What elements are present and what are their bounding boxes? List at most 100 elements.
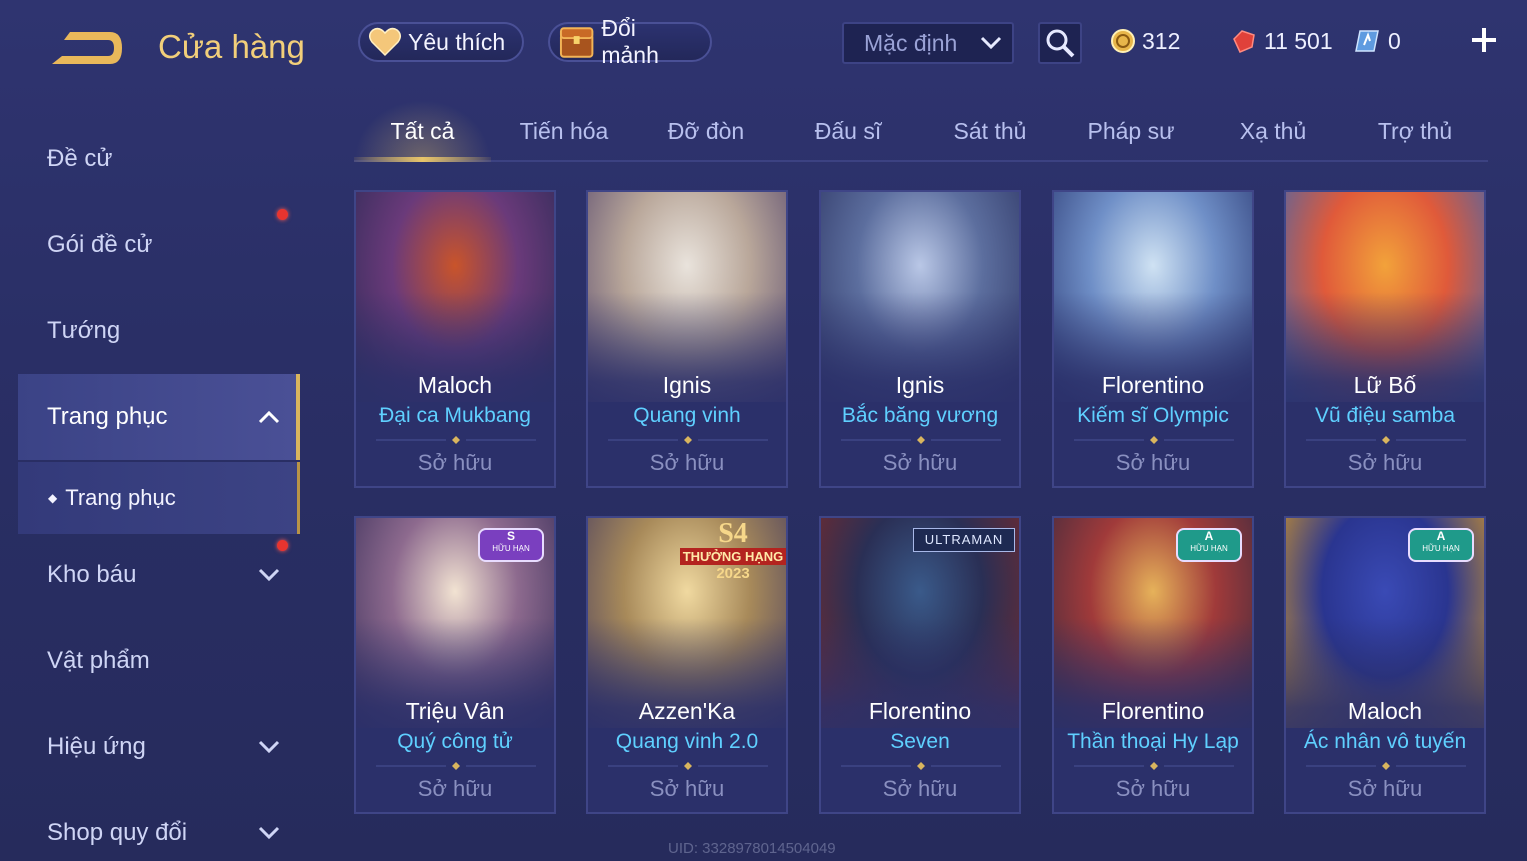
divider-ornament: [1074, 436, 1234, 444]
divider-ornament: [608, 436, 768, 444]
skin-card[interactable]: Florentino Thần thoại Hy Lạp Sở hữu A HỮU HẠ…: [1052, 516, 1254, 814]
plus-icon[interactable]: [1466, 22, 1502, 58]
skin-card[interactable]: Lữ Bố Vũ điệu samba Sở hữu: [1284, 190, 1486, 488]
voucher-amount: 0: [1388, 27, 1401, 54]
divider-ornament: [1074, 762, 1234, 770]
skin-name: Bắc băng vương: [841, 404, 999, 427]
owned-status: Sở hữu: [882, 450, 958, 475]
owned-status: Sở hữu: [1347, 450, 1423, 475]
skin-name: Vũ điệu samba: [1314, 404, 1456, 427]
skin-card[interactable]: Ignis Quang vinh Sở hữu: [586, 190, 788, 488]
skin-name: Seven: [890, 730, 950, 753]
owned-status: Sở hữu: [649, 450, 725, 475]
divider-ornament: [608, 762, 768, 770]
ruby-gem-icon: [1233, 30, 1255, 53]
skin-card[interactable]: Azzen'Ka Quang vinh 2.0 Sở hữu S4 THƯỞNG HẠN…: [586, 516, 788, 814]
sidebar-item-effects[interactable]: Hiệu ứng: [47, 727, 146, 767]
tab-fighter[interactable]: Đấu sĩ: [780, 118, 916, 145]
favorite-label: Yêu thích: [408, 28, 506, 55]
hero-name: Maloch: [1347, 698, 1423, 724]
tab-evolution[interactable]: Tiến hóa: [496, 118, 632, 145]
season-rank-badge: S4 THƯỞNG HẠNG 2023: [680, 520, 786, 582]
sidebar-item-recommended-packs[interactable]: Gói đề cử: [47, 225, 152, 265]
voucher-icon: [1355, 30, 1379, 52]
sidebar-item-treasure[interactable]: Kho báu: [47, 555, 136, 595]
voucher-balance: 0: [1354, 24, 1401, 58]
hero-name: Florentino: [1101, 372, 1205, 398]
tabs-divider: [354, 160, 1488, 162]
owned-status: Sở hữu: [417, 776, 493, 801]
chevron-up-icon: [258, 410, 280, 424]
skin-card[interactable]: Florentino Kiếm sĩ Olympic Sở hữu: [1052, 190, 1254, 488]
gem-balance: 11 501: [1230, 24, 1333, 58]
owned-status: Sở hữu: [1347, 776, 1423, 801]
owned-status: Sở hữu: [1115, 776, 1191, 801]
chest-icon: [559, 27, 594, 58]
favorite-button[interactable]: Yêu thích: [358, 22, 524, 62]
chevron-down-icon: [258, 826, 280, 840]
limited-rank-badge: A HỮU HẠN: [1408, 528, 1474, 562]
sidebar-item-recommended[interactable]: Đề cử: [47, 139, 112, 179]
skin-name: Ác nhân vô tuyến: [1303, 730, 1467, 753]
search-icon: [1046, 29, 1075, 58]
hero-name: Triệu Vân: [405, 698, 505, 724]
divider-ornament: [376, 762, 536, 770]
sort-dropdown[interactable]: Mặc định: [842, 22, 1014, 64]
sidebar-item-exchange-shop[interactable]: Shop quy đổi: [47, 813, 187, 853]
skin-name: Thần thoại Hy Lạp: [1067, 730, 1239, 753]
hero-name: Ignis: [895, 372, 945, 398]
chevron-down-icon: [258, 740, 280, 754]
skin-name: Quang vinh 2.0: [615, 730, 759, 753]
search-button[interactable]: [1038, 22, 1082, 64]
uid-watermark: UID: 3328978014504049: [668, 840, 836, 857]
hero-name: Azzen'Ka: [638, 698, 736, 724]
owned-status: Sở hữu: [882, 776, 958, 801]
hero-name: Lữ Bố: [1353, 372, 1417, 398]
skin-name: Quang vinh: [633, 404, 741, 427]
hero-name: Ignis: [662, 372, 712, 398]
skin-card[interactable]: Maloch Đại ca Mukbang Sở hữu: [354, 190, 556, 488]
divider-ornament: [376, 436, 536, 444]
collab-badge: ULTRAMAN: [913, 528, 1015, 552]
owned-status: Sở hữu: [1115, 450, 1191, 475]
back-arrow-icon[interactable]: [48, 26, 126, 70]
divider-ornament: [1306, 762, 1466, 770]
gold-coin-icon: [1111, 29, 1135, 53]
gold-balance: 312: [1110, 24, 1180, 58]
limited-rank-badge: S HỮU HẠN: [478, 528, 544, 562]
exchange-label: Đổi mảnh: [601, 15, 659, 68]
skin-card[interactable]: Ignis Bắc băng vương Sở hữu: [819, 190, 1021, 488]
page-title: Cửa hàng: [158, 28, 305, 65]
heart-icon: [369, 27, 401, 57]
gold-amount: 312: [1142, 27, 1181, 54]
notification-dot: [277, 209, 288, 220]
owned-status: Sở hữu: [417, 450, 493, 475]
skin-name: Kiếm sĩ Olympic: [1077, 404, 1229, 427]
skin-card[interactable]: Triệu Vân Quý công tử Sở hữu S HỮU HẠN: [354, 516, 556, 814]
exchange-fragments-button[interactable]: Đổi mảnh: [548, 15, 712, 68]
notification-dot: [277, 540, 288, 551]
sidebar-item-heroes[interactable]: Tướng: [47, 311, 120, 351]
tab-all[interactable]: Tất cả: [354, 118, 491, 145]
bullet-icon: ◆: [48, 491, 58, 505]
active-tab-underline: [354, 157, 491, 162]
divider-ornament: [841, 436, 1001, 444]
chevron-down-icon: [980, 36, 1002, 50]
sidebar-item-items[interactable]: Vật phẩm: [47, 641, 150, 681]
tab-support[interactable]: Trợ thủ: [1347, 118, 1483, 145]
sort-value: Mặc định: [864, 29, 958, 56]
sidebar-subitem-label: Trang phục: [65, 485, 176, 510]
sidebar-item-skins[interactable]: Trang phục: [47, 397, 168, 437]
divider-ornament: [1306, 436, 1466, 444]
sidebar-subitem-skins[interactable]: ◆ Trang phục: [18, 462, 300, 534]
skin-card[interactable]: Maloch Ác nhân vô tuyến Sở hữu A HỮU HẠN: [1284, 516, 1486, 814]
owned-status: Sở hữu: [649, 776, 725, 801]
skin-name: Quý công tử: [397, 730, 513, 753]
chevron-down-icon: [258, 568, 280, 582]
tab-assassin[interactable]: Sát thủ: [922, 118, 1058, 145]
skin-card[interactable]: Florentino Seven Sở hữu ULTRAMAN: [819, 516, 1021, 814]
tab-tank[interactable]: Đỡ đòn: [638, 118, 774, 145]
tab-marksman[interactable]: Xạ thủ: [1205, 118, 1341, 145]
limited-rank-badge: A HỮU HẠN: [1176, 528, 1242, 562]
tab-mage[interactable]: Pháp sư: [1063, 118, 1199, 145]
